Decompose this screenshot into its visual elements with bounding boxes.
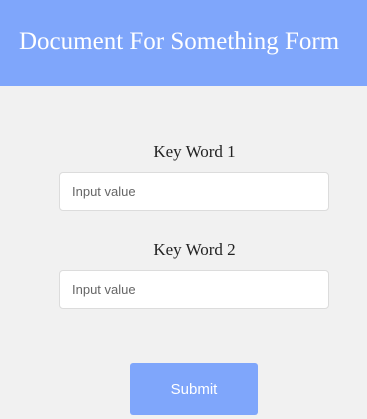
page: Document For Something Form Key Word 1 K… [0,0,367,419]
submit-button[interactable]: Submit [130,363,258,415]
page-title: Document For Something Form [19,28,340,55]
keyword-2-input[interactable] [59,270,329,309]
keyword-1-label: Key Word 1 [153,142,236,161]
keyword-2-label: Key Word 2 [153,240,236,259]
header-bar: Document For Something Form [0,0,367,86]
keyword-1-input[interactable] [59,172,329,211]
